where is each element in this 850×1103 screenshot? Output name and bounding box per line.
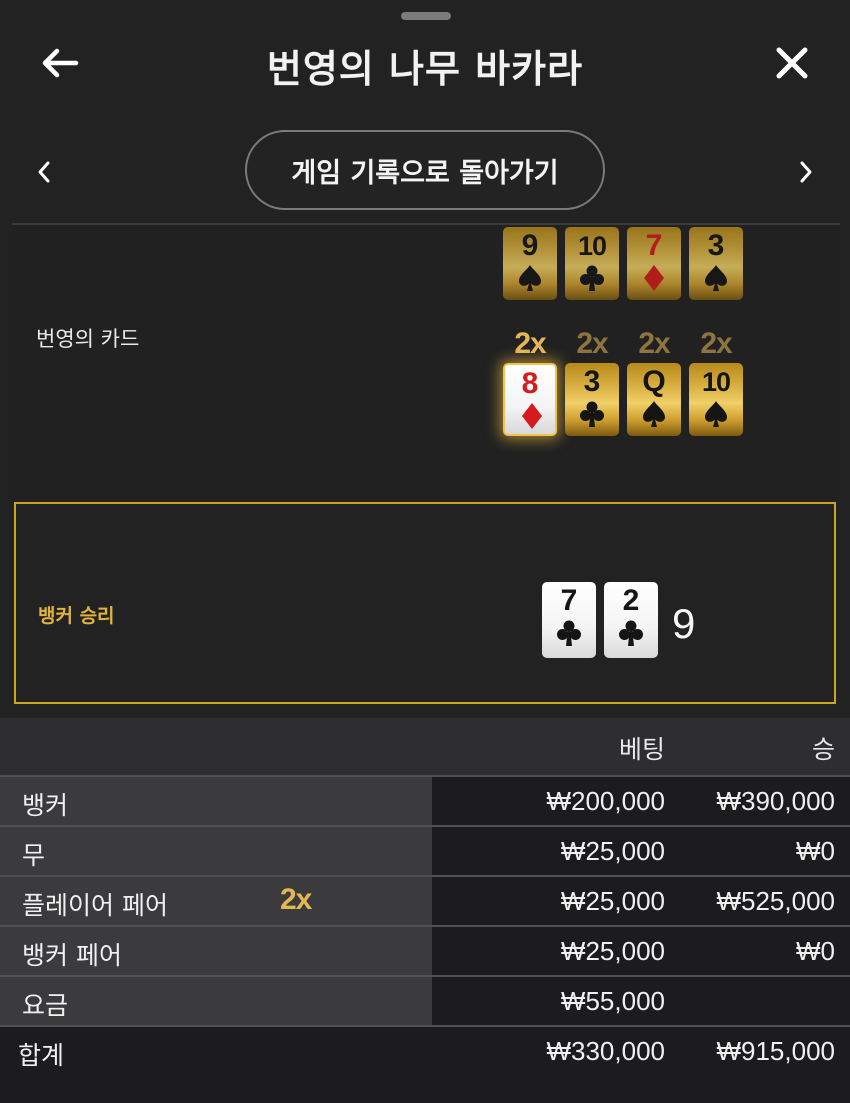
spade-icon — [643, 401, 665, 427]
spade-icon — [705, 401, 727, 427]
card-rank: 2 — [622, 584, 640, 617]
bet-type-name: 요금 — [22, 991, 69, 1020]
card-rank: 3 — [583, 365, 601, 398]
spade-icon — [519, 265, 541, 291]
table-body: 뱅커 ₩200,000 ₩390,000 무 ₩25,000 ₩0 플레이어 페어 2x ₩25… — [0, 775, 850, 1025]
result-panel: 뱅커 승리 7 2 9 — [14, 502, 836, 704]
bet-column-header: 베팅 — [618, 735, 665, 764]
playing-card: 7 — [542, 582, 596, 658]
table-row: 뱅커 페어 ₩25,000 ₩0 — [0, 925, 850, 975]
total-bet: ₩330,000 — [546, 1036, 665, 1066]
result-label: 뱅커 승리 — [38, 605, 115, 627]
card-rank: 3 — [707, 229, 725, 262]
club-icon — [580, 265, 604, 291]
win-amount: ₩0 — [796, 836, 835, 866]
table-row: 플레이어 페어 2x ₩25,000 ₩525,000 — [0, 875, 850, 925]
card-rank: Q — [642, 365, 666, 398]
card-rank: 7 — [560, 584, 578, 617]
card-multiplier: 2x — [638, 327, 670, 360]
total-label: 합계 — [18, 1041, 65, 1070]
bet-amount: ₩25,000 — [560, 836, 665, 866]
row-label-cell — [0, 827, 432, 875]
close-icon — [776, 47, 808, 79]
card-rank: 10 — [701, 367, 731, 397]
drag-handle[interactable] — [401, 12, 451, 20]
card-rank: 7 — [645, 229, 663, 262]
back-to-history-button[interactable]: 게임 기록으로 돌아가기 — [245, 130, 605, 210]
table-row: 요금 ₩55,000 — [0, 975, 850, 1025]
prosperity-cards-section[interactable]: 번영의 카드 9 10 7 3 2x 8 2x 3 2x Q 2x 10 — [12, 225, 840, 501]
playing-card: 3 — [565, 363, 619, 436]
hand-total: 9 — [672, 600, 696, 647]
card-multiplier: 2x — [700, 327, 732, 360]
playing-card: Q — [627, 363, 681, 436]
playing-card: 10 — [689, 363, 743, 436]
playing-card: 3 — [689, 227, 743, 300]
multiplier-badge: 2x — [280, 883, 312, 916]
close-button[interactable] — [764, 38, 820, 88]
table-header: 베팅 승 — [0, 718, 850, 775]
playing-card: 7 — [627, 227, 681, 300]
playing-card: 10 — [565, 227, 619, 300]
card-rank: 10 — [577, 231, 607, 261]
back-button[interactable] — [34, 40, 86, 86]
playing-card: 2 — [604, 582, 658, 658]
arrow-left-icon — [42, 48, 79, 78]
club-icon — [619, 620, 643, 646]
bet-type-name: 무 — [22, 841, 46, 870]
chevron-left-icon — [38, 161, 50, 183]
diamond-icon — [522, 403, 542, 429]
playing-card: 9 — [503, 227, 557, 300]
total-row: 합계 ₩330,000 ₩915,000 — [0, 1025, 850, 1103]
win-amount: ₩390,000 — [716, 786, 835, 816]
bet-amount: ₩25,000 — [560, 886, 665, 916]
table-row: 뱅커 ₩200,000 ₩390,000 — [0, 775, 850, 825]
card-rank: 8 — [521, 367, 539, 400]
win-amount: ₩0 — [796, 936, 835, 966]
page-title: 번영의 나무 바카라 — [266, 47, 584, 91]
bet-type-name: 뱅커 페어 — [22, 941, 122, 970]
club-icon — [557, 620, 581, 646]
win-amount: ₩525,000 — [716, 886, 835, 916]
previous-round-button[interactable] — [26, 152, 62, 192]
next-round-button[interactable] — [788, 152, 824, 192]
bet-type-name: 뱅커 — [22, 791, 69, 820]
card-multiplier: 2x — [514, 327, 546, 360]
bets-table: 베팅 승 뱅커 ₩200,000 ₩390,000 무 ₩25,000 ₩0 플레이어 페어… — [0, 718, 850, 1103]
spade-icon — [705, 265, 727, 291]
card-rank: 9 — [521, 229, 539, 262]
total-win: ₩915,000 — [716, 1036, 835, 1066]
bet-amount: ₩55,000 — [560, 986, 665, 1016]
bet-amount: ₩25,000 — [560, 936, 665, 966]
diamond-icon — [644, 265, 664, 291]
chevron-right-icon — [800, 161, 812, 183]
win-column-header: 승 — [811, 735, 835, 764]
club-icon — [580, 401, 604, 427]
card-multiplier: 2x — [576, 327, 608, 360]
table-row: 무 ₩25,000 ₩0 — [0, 825, 850, 875]
prosperity-cards-label: 번영의 카드 — [36, 327, 140, 351]
playing-card: 8 — [503, 363, 557, 436]
bet-amount: ₩200,000 — [546, 786, 665, 816]
bet-type-name: 플레이어 페어 — [22, 891, 168, 920]
game-detail-sheet: 번영의 나무 바카라 게임 기록으로 돌아가기 번영의 카드 9 10 7 3 2x 8… — [0, 0, 850, 1103]
